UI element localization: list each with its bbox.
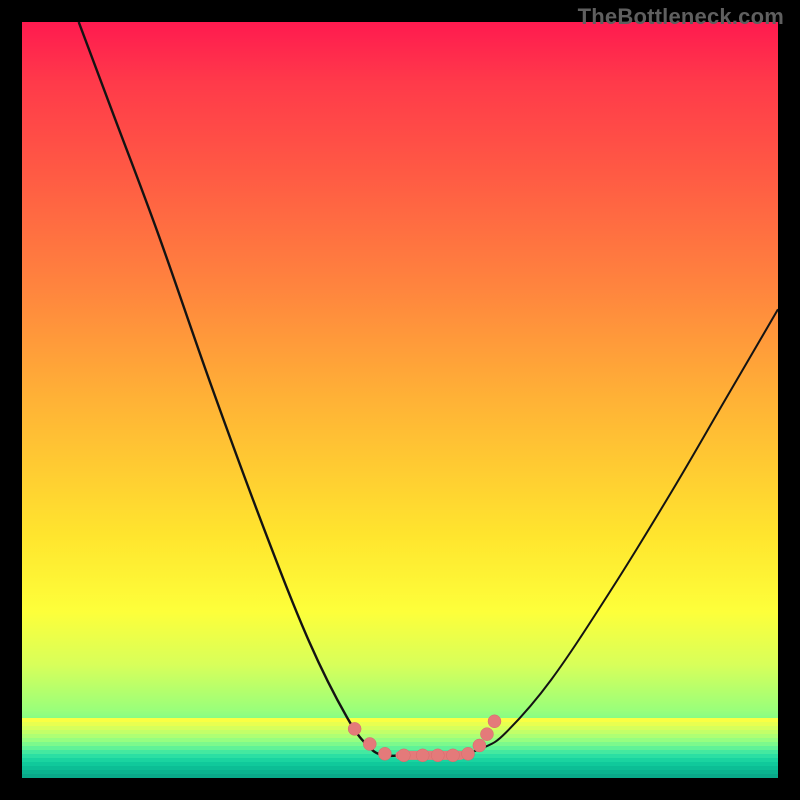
curve-marker xyxy=(363,737,376,750)
curve-marker xyxy=(431,749,444,762)
curve-marker xyxy=(473,739,486,752)
curve-marker xyxy=(488,715,501,728)
curve-marker xyxy=(378,747,391,760)
attribution-watermark: TheBottleneck.com xyxy=(578,4,784,30)
curve-marker xyxy=(480,728,493,741)
curve-left-branch xyxy=(79,22,400,756)
curve-marker xyxy=(462,747,475,760)
curve-right-branch xyxy=(460,309,778,755)
chart-svg-layer xyxy=(22,22,778,778)
marker-group xyxy=(348,715,501,762)
curve-marker xyxy=(416,749,429,762)
curve-marker xyxy=(397,749,410,762)
curve-marker xyxy=(446,749,459,762)
curve-marker xyxy=(348,722,361,735)
